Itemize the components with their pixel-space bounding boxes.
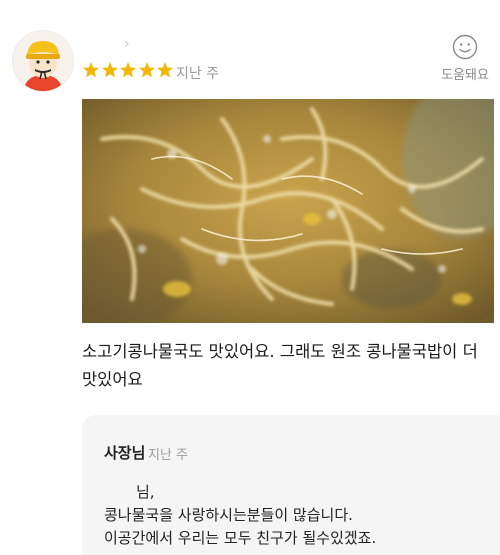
- soup-photo: [82, 99, 494, 323]
- review-time: 지난 주: [176, 66, 220, 82]
- reply-author: 사장님: [104, 444, 146, 462]
- star-icon: [101, 62, 118, 78]
- reply-line: 콩나물국을 사랑하시는분들이 많습니다.: [104, 506, 353, 524]
- reply-line: 님,: [136, 483, 155, 501]
- star-icon: [157, 62, 173, 78]
- review-text: 소고기콩나물국도 맛있어요. 그래도 원조 콩나물국밥이 더 맛있어요: [82, 342, 478, 389]
- smile-icon: [452, 34, 478, 60]
- star-icon: [138, 62, 155, 78]
- reply-line: 이공간에서 우리는 모두 친구가 될수있겠죠.: [104, 529, 377, 547]
- reply-text: 님, 콩나물국을 사랑하시는분들이 많습니다. 이공간에서 우리는 모두 친구가…: [104, 481, 494, 550]
- helpful-button[interactable]: 도움돼요: [430, 34, 500, 83]
- reply-time: 지난 주: [148, 448, 189, 463]
- review-photo[interactable]: [82, 99, 494, 323]
- star-icon: [120, 62, 136, 78]
- star-rating: [82, 61, 175, 79]
- chevron-right-icon: ›: [124, 36, 130, 52]
- star-icon: [83, 62, 99, 78]
- avatar[interactable]: [12, 30, 74, 92]
- helpful-label: 도움돼요: [441, 68, 489, 83]
- owner-reply: 사장님 지난 주 님, 콩나물국을 사랑하시는분들이 많습니다. 이공간에서 우…: [82, 415, 500, 555]
- avatar-cartoon-icon: [13, 31, 73, 91]
